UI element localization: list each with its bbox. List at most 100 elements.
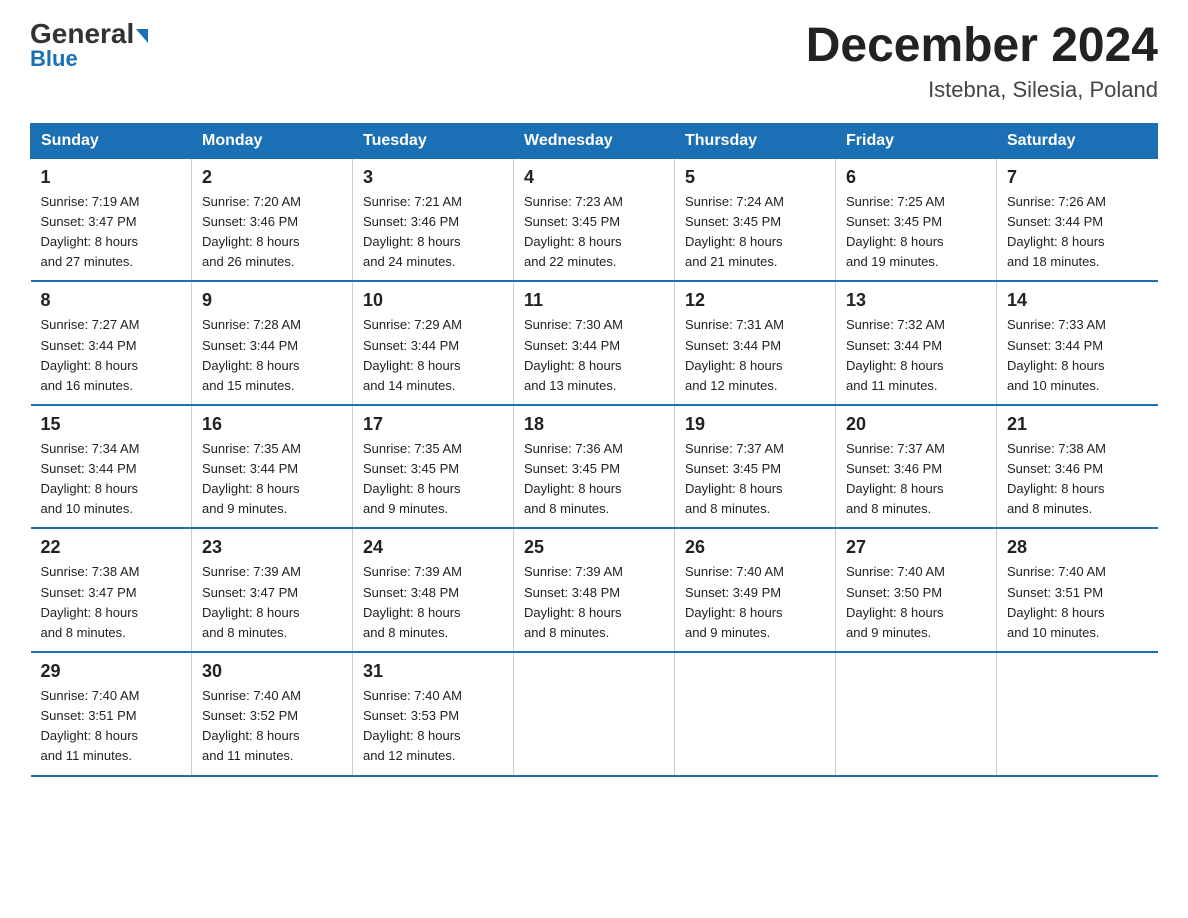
day-info: Sunrise: 7:31 AMSunset: 3:44 PMDaylight:… [685,315,825,396]
calendar-cell: 18Sunrise: 7:36 AMSunset: 3:45 PMDayligh… [514,405,675,529]
day-info: Sunrise: 7:40 AMSunset: 3:51 PMDaylight:… [1007,562,1148,643]
header-sunday: Sunday [31,123,192,158]
calendar-cell: 28 Sunrise: 7:40 AMSunset: 3:51 PMDayligh… [997,528,1158,652]
day-number: 7 [1007,167,1148,188]
calendar-header-row: SundayMondayTuesdayWednesdayThursdayFrid… [31,123,1158,158]
day-number: 27 [846,537,986,558]
day-number: 25 [524,537,664,558]
logo-subtitle: Blue [30,46,78,72]
calendar-week-row: 29 Sunrise: 7:40 AMSunset: 3:51 PMDayligh… [31,652,1158,776]
header-wednesday: Wednesday [514,123,675,158]
calendar-cell: 16 Sunrise: 7:35 AMSunset: 3:44 PMDayligh… [192,405,353,529]
calendar-cell: 20 Sunrise: 7:37 AMSunset: 3:46 PMDayligh… [836,405,997,529]
header-friday: Friday [836,123,997,158]
day-number: 11 [524,290,664,311]
calendar-cell: 15 Sunrise: 7:34 AMSunset: 3:44 PMDayligh… [31,405,192,529]
calendar-cell: 4 Sunrise: 7:23 AMSunset: 3:45 PMDaylight… [514,158,675,281]
day-info: Sunrise: 7:37 AMSunset: 3:45 PMDaylight:… [685,439,825,520]
calendar-week-row: 1 Sunrise: 7:19 AMSunset: 3:47 PMDaylight… [31,158,1158,281]
calendar-cell: 13 Sunrise: 7:32 AMSunset: 3:44 PMDayligh… [836,281,997,405]
day-number: 20 [846,414,986,435]
day-number: 2 [202,167,342,188]
page-header: General Blue December 2024 Istebna, Sile… [30,20,1158,103]
day-number: 21 [1007,414,1148,435]
calendar-cell: 19 Sunrise: 7:37 AMSunset: 3:45 PMDayligh… [675,405,836,529]
calendar-cell: 22Sunrise: 7:38 AMSunset: 3:47 PMDayligh… [31,528,192,652]
day-info: Sunrise: 7:33 AMSunset: 3:44 PMDaylight:… [1007,315,1148,396]
day-number: 29 [41,661,182,682]
calendar-cell: 23 Sunrise: 7:39 AMSunset: 3:47 PMDayligh… [192,528,353,652]
day-number: 30 [202,661,342,682]
day-number: 12 [685,290,825,311]
calendar-cell: 24 Sunrise: 7:39 AMSunset: 3:48 PMDayligh… [353,528,514,652]
header-tuesday: Tuesday [353,123,514,158]
header-saturday: Saturday [997,123,1158,158]
calendar-cell: 14 Sunrise: 7:33 AMSunset: 3:44 PMDayligh… [997,281,1158,405]
day-number: 16 [202,414,342,435]
calendar-cell [997,652,1158,776]
day-info: Sunrise: 7:39 AMSunset: 3:48 PMDaylight:… [363,562,503,643]
calendar-cell: 31Sunrise: 7:40 AMSunset: 3:53 PMDayligh… [353,652,514,776]
day-number: 5 [685,167,825,188]
day-info: Sunrise: 7:39 AMSunset: 3:48 PMDaylight:… [524,562,664,643]
day-number: 19 [685,414,825,435]
calendar-cell: 26 Sunrise: 7:40 AMSunset: 3:49 PMDayligh… [675,528,836,652]
day-info: Sunrise: 7:38 AMSunset: 3:46 PMDaylight:… [1007,439,1148,520]
day-info: Sunrise: 7:40 AMSunset: 3:51 PMDaylight:… [41,686,182,767]
calendar-cell: 5 Sunrise: 7:24 AMSunset: 3:45 PMDaylight… [675,158,836,281]
calendar-cell: 9Sunrise: 7:28 AMSunset: 3:44 PMDaylight… [192,281,353,405]
day-info: Sunrise: 7:24 AMSunset: 3:45 PMDaylight:… [685,192,825,273]
calendar-week-row: 15 Sunrise: 7:34 AMSunset: 3:44 PMDayligh… [31,405,1158,529]
day-number: 23 [202,537,342,558]
logo: General Blue [30,20,148,72]
title-block: December 2024 Istebna, Silesia, Poland [806,20,1158,103]
day-number: 6 [846,167,986,188]
calendar-cell: 3 Sunrise: 7:21 AMSunset: 3:46 PMDaylight… [353,158,514,281]
calendar-cell: 27Sunrise: 7:40 AMSunset: 3:50 PMDayligh… [836,528,997,652]
day-number: 8 [41,290,182,311]
day-number: 4 [524,167,664,188]
day-info: Sunrise: 7:34 AMSunset: 3:44 PMDaylight:… [41,439,182,520]
day-info: Sunrise: 7:37 AMSunset: 3:46 PMDaylight:… [846,439,986,520]
day-info: Sunrise: 7:35 AMSunset: 3:44 PMDaylight:… [202,439,342,520]
day-info: Sunrise: 7:28 AMSunset: 3:44 PMDaylight:… [202,315,342,396]
logo-text: General [30,20,148,48]
day-info: Sunrise: 7:23 AMSunset: 3:45 PMDaylight:… [524,192,664,273]
calendar-table: SundayMondayTuesdayWednesdayThursdayFrid… [30,123,1158,777]
calendar-cell: 21 Sunrise: 7:38 AMSunset: 3:46 PMDayligh… [997,405,1158,529]
day-info: Sunrise: 7:40 AMSunset: 3:52 PMDaylight:… [202,686,342,767]
day-info: Sunrise: 7:39 AMSunset: 3:47 PMDaylight:… [202,562,342,643]
day-number: 28 [1007,537,1148,558]
day-number: 1 [41,167,182,188]
calendar-week-row: 8 Sunrise: 7:27 AMSunset: 3:44 PMDaylight… [31,281,1158,405]
day-info: Sunrise: 7:38 AMSunset: 3:47 PMDaylight:… [41,562,182,643]
day-info: Sunrise: 7:21 AMSunset: 3:46 PMDaylight:… [363,192,503,273]
day-number: 15 [41,414,182,435]
location-subtitle: Istebna, Silesia, Poland [806,77,1158,103]
calendar-cell: 29 Sunrise: 7:40 AMSunset: 3:51 PMDayligh… [31,652,192,776]
calendar-cell: 2Sunrise: 7:20 AMSunset: 3:46 PMDaylight… [192,158,353,281]
day-number: 24 [363,537,503,558]
calendar-cell: 12 Sunrise: 7:31 AMSunset: 3:44 PMDayligh… [675,281,836,405]
calendar-cell: 6 Sunrise: 7:25 AMSunset: 3:45 PMDaylight… [836,158,997,281]
calendar-cell: 11Sunrise: 7:30 AMSunset: 3:44 PMDayligh… [514,281,675,405]
day-info: Sunrise: 7:29 AMSunset: 3:44 PMDaylight:… [363,315,503,396]
calendar-week-row: 22Sunrise: 7:38 AMSunset: 3:47 PMDayligh… [31,528,1158,652]
day-info: Sunrise: 7:27 AMSunset: 3:44 PMDaylight:… [41,315,182,396]
day-number: 13 [846,290,986,311]
calendar-cell [514,652,675,776]
day-info: Sunrise: 7:40 AMSunset: 3:53 PMDaylight:… [363,686,503,767]
day-info: Sunrise: 7:40 AMSunset: 3:49 PMDaylight:… [685,562,825,643]
day-number: 26 [685,537,825,558]
calendar-cell: 8 Sunrise: 7:27 AMSunset: 3:44 PMDaylight… [31,281,192,405]
day-info: Sunrise: 7:19 AMSunset: 3:47 PMDaylight:… [41,192,182,273]
day-info: Sunrise: 7:32 AMSunset: 3:44 PMDaylight:… [846,315,986,396]
day-number: 14 [1007,290,1148,311]
day-number: 18 [524,414,664,435]
day-info: Sunrise: 7:25 AMSunset: 3:45 PMDaylight:… [846,192,986,273]
day-info: Sunrise: 7:26 AMSunset: 3:44 PMDaylight:… [1007,192,1148,273]
calendar-cell: 17Sunrise: 7:35 AMSunset: 3:45 PMDayligh… [353,405,514,529]
calendar-cell: 1 Sunrise: 7:19 AMSunset: 3:47 PMDaylight… [31,158,192,281]
header-monday: Monday [192,123,353,158]
day-number: 3 [363,167,503,188]
